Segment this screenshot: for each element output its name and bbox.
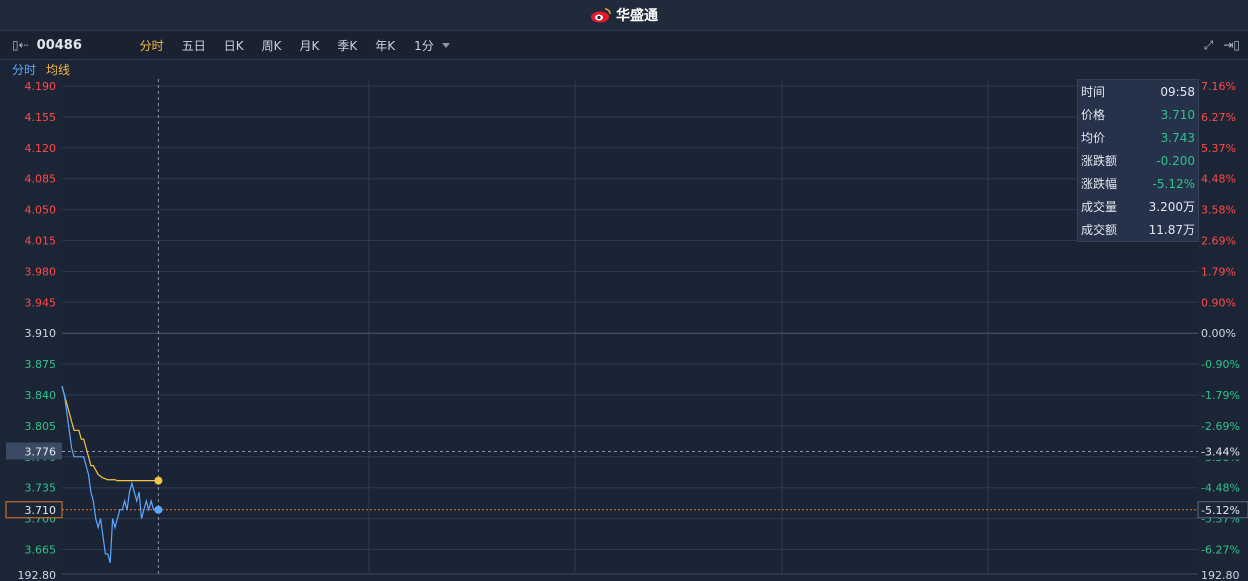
y-tick-price: 3.805 [25, 420, 57, 433]
volume-axis-left: 192.80 [18, 569, 57, 581]
y-tick-percent: 3.58% [1201, 204, 1236, 217]
info-row-turnover: 成交额 11.87万 [1081, 223, 1195, 237]
collapse-sidebar-icon[interactable]: ▯⇠ [12, 38, 29, 52]
y-tick-percent: 5.37% [1201, 142, 1236, 155]
info-row-time: 时间 09:58 [1081, 84, 1195, 100]
y-tick-percent: 1.79% [1201, 265, 1236, 278]
tab-intraday[interactable]: 分时 [131, 37, 173, 54]
period-tabs: 分时 五日 日K 周K 月K 季K 年K [131, 37, 404, 54]
minute-period-label: 1分 [414, 38, 434, 53]
y-tick-price: 4.155 [25, 111, 57, 124]
average-price-marker [154, 476, 163, 485]
current-percent-label: -5.12% [1201, 504, 1240, 517]
current-price-label: 3.710 [25, 504, 57, 517]
y-tick-price: 4.015 [25, 235, 57, 248]
crosshair-price-label: 3.776 [25, 446, 57, 459]
chevron-down-icon [441, 42, 450, 48]
y-tick-percent: 7.16% [1201, 80, 1236, 93]
y-tick-percent: -6.27% [1201, 544, 1240, 557]
volume-axis-right: 192.80 [1201, 569, 1240, 581]
y-tick-price: 3.875 [25, 358, 57, 371]
price-marker [154, 505, 163, 514]
fullscreen-icon[interactable]: ⤢ [1204, 38, 1214, 53]
tab-five-day[interactable]: 五日 [173, 37, 215, 54]
expand-panel-icon[interactable]: ⇥▯ [1223, 38, 1240, 53]
y-tick-percent: -1.79% [1201, 389, 1240, 402]
weibo-icon [591, 8, 611, 23]
y-tick-price: 4.050 [25, 204, 57, 217]
y-tick-percent: 0.00% [1201, 327, 1236, 340]
y-tick-percent: -4.48% [1201, 482, 1240, 495]
crosshair-percent-label: -3.44% [1201, 446, 1240, 459]
y-tick-price: 4.120 [25, 142, 57, 155]
y-tick-price: 3.735 [25, 482, 57, 495]
tab-monthly-k[interactable]: 月K [290, 37, 328, 54]
tab-yearly-k[interactable]: 年K [366, 37, 404, 54]
y-tick-percent: 6.27% [1201, 111, 1236, 124]
legend-price-line: 分时 [12, 63, 37, 77]
chart-toolbar: ▯⇠ 00486 分时 五日 日K 周K 月K 季K 年K 1分 ⤢ ⇥▯ [0, 31, 1248, 60]
y-tick-price: 4.190 [25, 80, 57, 93]
stock-code: 00486 [36, 37, 82, 53]
y-tick-price: 3.665 [25, 544, 57, 557]
chart-legend: 分时 均线 [0, 60, 1248, 79]
tab-daily-k[interactable]: 日K [215, 37, 253, 54]
intraday-chart[interactable]: 4.190 7.16% 4.155 6.27% 4.120 5.37% 4.085 4.48%… [0, 79, 1248, 581]
info-row-price: 价格 3.710 [1081, 107, 1195, 123]
tab-weekly-k[interactable]: 周K [253, 37, 291, 54]
title-bar: 华盛通 [0, 0, 1248, 31]
y-tick-percent: 0.90% [1201, 296, 1236, 309]
y-tick-percent: -0.90% [1201, 358, 1240, 371]
y-tick-price: 3.945 [25, 296, 57, 309]
legend-average-line: 均线 [46, 63, 71, 77]
y-tick-percent: -2.69% [1201, 420, 1240, 433]
y-tick-price: 3.910 [25, 327, 57, 340]
brand-name: 华盛通 [616, 8, 658, 24]
tab-quarterly-k[interactable]: 季K [328, 37, 366, 54]
quote-info-panel: 时间 09:58 价格 3.710 均价 3.743 涨跌额 -0.200 涨跌幅 -5.… [1077, 79, 1199, 242]
minute-period-dropdown[interactable]: 1分 [414, 37, 450, 54]
y-tick-percent: 2.69% [1201, 235, 1236, 248]
info-row-average: 均价 3.743 [1081, 130, 1195, 146]
brand-logo: 华盛通 [590, 5, 658, 25]
y-tick-price: 3.840 [25, 389, 57, 402]
plot-area [62, 79, 1198, 574]
y-tick-price: 4.085 [25, 173, 57, 186]
info-row-volume: 成交量 3.200万 [1081, 200, 1195, 214]
info-row-change: 涨跌额 -0.200 [1081, 153, 1195, 169]
y-tick-percent: 4.48% [1201, 173, 1236, 186]
toolbar-right: ⤢ ⇥▯ [1204, 38, 1240, 53]
y-tick-price: 3.980 [25, 265, 57, 278]
info-row-change-pct: 涨跌幅 -5.12% [1081, 176, 1195, 192]
